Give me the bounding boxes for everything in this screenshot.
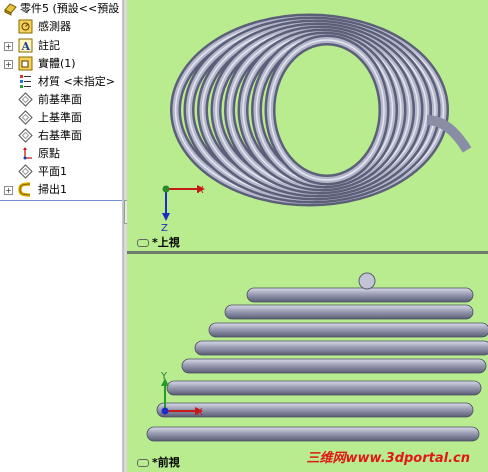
sweep-icon xyxy=(18,182,31,197)
tree-item-origin[interactable]: 原點 xyxy=(0,145,122,163)
coil-turn xyxy=(194,340,488,356)
wire-end xyxy=(358,272,376,290)
watermark: 三维网www.3dportal.cn xyxy=(306,451,470,466)
plane-icon xyxy=(18,92,33,107)
spring-front-view: X Y xyxy=(146,272,488,442)
tree-item-front-plane[interactable]: 前基準面 xyxy=(0,91,122,109)
link-icon xyxy=(137,459,149,467)
tree-item-label: 註記 xyxy=(38,39,60,52)
expand-icon[interactable]: + xyxy=(4,42,13,51)
tree-item-label: 感測器 xyxy=(38,20,71,33)
coil-loop xyxy=(269,39,385,181)
viewport-top[interactable]: X Z *上視 xyxy=(127,0,488,251)
z-axis-label: Z xyxy=(161,223,168,234)
view-name: *上視 xyxy=(152,236,180,249)
sensor-icon xyxy=(18,19,33,34)
spring-coils xyxy=(170,13,472,207)
tree-separator xyxy=(0,200,122,201)
feature-manager-tree: 零件5 (預設<<預設 感測器 + A 註記 + 實體(1) 材質 <未指定> … xyxy=(0,0,123,472)
coil-turn xyxy=(181,358,487,374)
plane-icon xyxy=(18,164,33,179)
tree-item-annotations[interactable]: + A 註記 xyxy=(0,37,122,55)
tree-item-part[interactable]: 零件5 (預設<<預設 xyxy=(0,0,122,18)
spring-top-view: X Z xyxy=(161,13,472,234)
axis-triad: X Z xyxy=(161,185,205,234)
coil-turn xyxy=(166,380,482,396)
tree-item-label: 原點 xyxy=(38,147,60,160)
tree-item-material[interactable]: 材質 <未指定> xyxy=(0,73,122,91)
tree-item-solid-bodies[interactable]: + 實體(1) xyxy=(0,55,122,73)
tree-item-label: 零件5 (預設<<預設 xyxy=(20,2,120,15)
x-axis-label: X xyxy=(196,407,203,418)
tree-item-sensors[interactable]: 感測器 xyxy=(0,18,122,36)
tree-item-plane1[interactable]: 平面1 xyxy=(0,163,122,181)
tree-item-label: 上基準面 xyxy=(38,111,82,124)
tree-item-sweep1[interactable]: + 掃出1 xyxy=(0,181,122,199)
tree-item-label: 前基準面 xyxy=(38,93,82,106)
view-label-front[interactable]: *前視 xyxy=(137,454,180,470)
tree-item-top-plane[interactable]: 上基準面 xyxy=(0,109,122,127)
solid-body-icon xyxy=(18,56,33,71)
annotation-icon: A xyxy=(18,38,33,53)
plane-icon xyxy=(18,128,33,143)
coil-turn xyxy=(156,402,474,418)
coil-turn xyxy=(246,287,474,303)
y-axis-label: Y xyxy=(160,371,168,382)
tree-item-label: 實體(1) xyxy=(38,57,76,70)
coil-turn xyxy=(146,426,480,442)
tree-item-label: 掃出1 xyxy=(38,183,67,196)
coil-turn xyxy=(224,304,474,320)
coil-turn xyxy=(208,322,488,338)
tree-item-label: 平面1 xyxy=(38,165,67,178)
origin-icon xyxy=(23,147,32,160)
material-icon xyxy=(20,75,31,88)
viewport-front[interactable]: X Y *前視 三维网www.3dportal.cn xyxy=(127,254,488,472)
tree-item-right-plane[interactable]: 右基準面 xyxy=(0,127,122,145)
x-axis-label: X xyxy=(197,185,204,196)
part-icon xyxy=(4,3,17,16)
tree-item-label: 材質 <未指定> xyxy=(38,75,115,88)
expand-icon[interactable]: + xyxy=(4,186,13,195)
link-icon xyxy=(137,239,149,247)
svg-text:A: A xyxy=(21,40,31,53)
view-label-top[interactable]: *上視 xyxy=(137,234,180,250)
tree-item-label: 右基準面 xyxy=(38,129,82,142)
view-name: *前視 xyxy=(152,456,180,469)
plane-icon xyxy=(18,110,33,125)
expand-icon[interactable]: + xyxy=(4,60,13,69)
